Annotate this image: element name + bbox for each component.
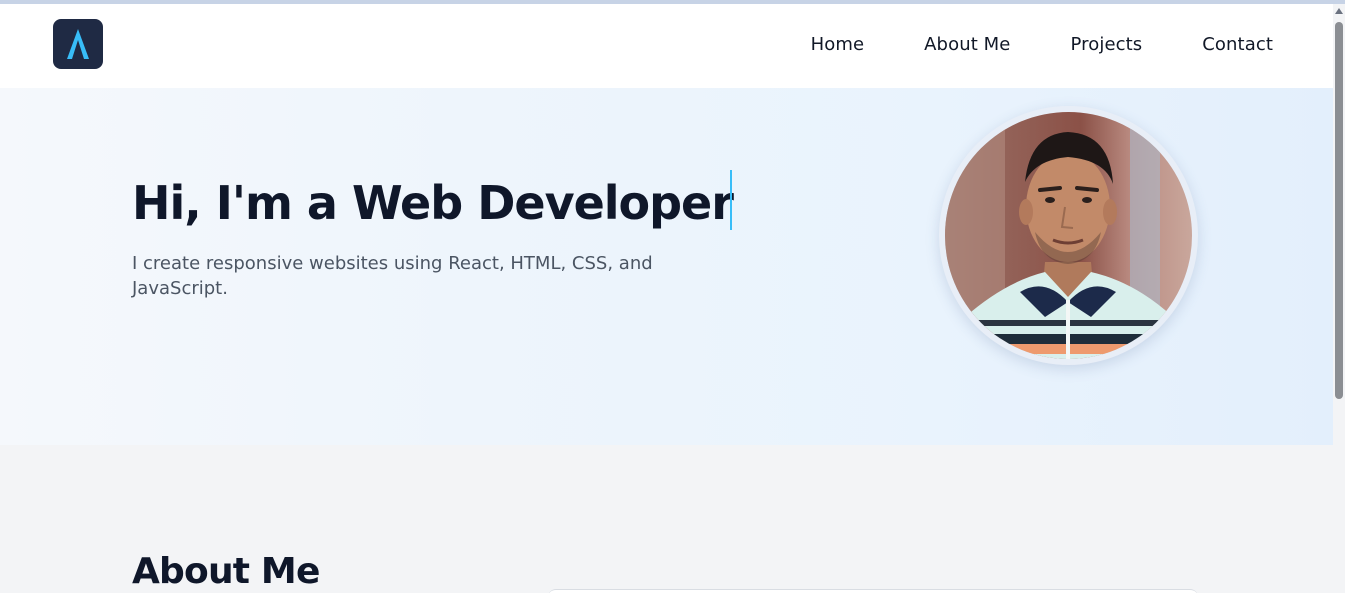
scrollbar-thumb[interactable] [1335, 22, 1343, 399]
about-title: About Me [132, 551, 320, 592]
logo-a-icon [67, 29, 89, 59]
about-card [548, 589, 1198, 593]
scroll-up-arrow-icon[interactable] [1335, 8, 1343, 14]
hero-title: Hi, I'm a Web Developer [132, 176, 734, 230]
hero-section: Hi, I'm a Web Developer I create respons… [0, 88, 1333, 445]
hero-subtitle: I create responsive websites using React… [132, 253, 653, 299]
nav-link-home[interactable]: Home [811, 34, 865, 55]
nav-link-about[interactable]: About Me [924, 34, 1010, 55]
navbar: Home About Me Projects Contact [0, 4, 1333, 88]
site-logo[interactable] [53, 19, 103, 69]
profile-photo [945, 112, 1192, 359]
vertical-scrollbar[interactable] [1333, 4, 1345, 593]
nav-link-projects[interactable]: Projects [1071, 34, 1143, 55]
portfolio-page: Home About Me Projects Contact Hi, I'm a… [0, 4, 1333, 593]
nav-link-contact[interactable]: Contact [1202, 34, 1273, 55]
profile-photo-frame [939, 106, 1198, 365]
about-section: About Me [0, 445, 1333, 593]
nav-links: Home About Me Projects Contact [811, 34, 1273, 55]
typing-cursor [730, 170, 732, 230]
